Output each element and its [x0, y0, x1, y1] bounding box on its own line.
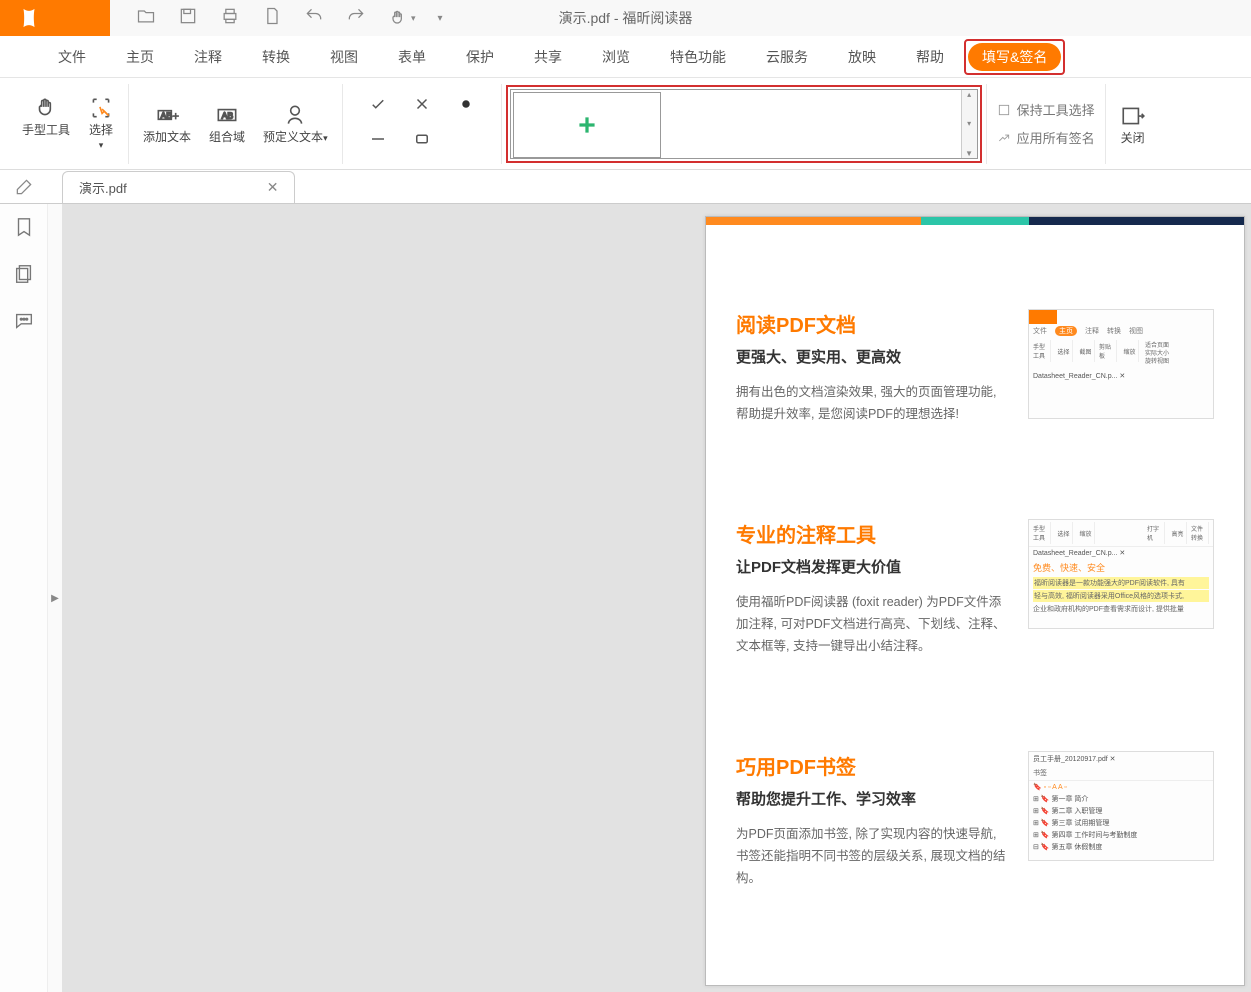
open-icon[interactable] — [136, 6, 156, 31]
apply-all-sign-button[interactable]: 应用所有签名 — [997, 128, 1095, 148]
menu-share[interactable]: 共享 — [514, 36, 582, 78]
menu-help[interactable]: 帮助 — [896, 36, 964, 78]
document-tab-label: 演示.pdf — [79, 178, 127, 197]
collapse-handle[interactable]: ▶ — [48, 204, 62, 992]
menu-fillsign-highlight: 填写&签名 — [964, 39, 1065, 75]
menu-convert[interactable]: 转换 — [242, 36, 310, 78]
dot-icon[interactable] — [457, 95, 475, 118]
menu-protect[interactable]: 保护 — [446, 36, 514, 78]
page-icon[interactable] — [262, 6, 282, 31]
redo-icon[interactable] — [346, 6, 366, 31]
section-thumb-1: 文件主页注释转换视图 手型工具 选择 截图 剪贴板 缩放 适合页面实际大小旋转视… — [1028, 309, 1214, 419]
section-thumb-3: 员工手册_20120917.pdf ✕ 书签 🔖 ▫ ▫ A A ▫ ⊞ 🔖 第… — [1028, 751, 1214, 861]
menu-cloud[interactable]: 云服务 — [746, 36, 828, 78]
eraser-icon[interactable] — [0, 170, 48, 203]
document-tab[interactable]: 演示.pdf ✕ — [62, 171, 295, 203]
cross-icon[interactable] — [413, 95, 431, 118]
section-read: 阅读PDF文档 更强大、更实用、更高效 拥有出色的文档渲染效果, 强大的页面管理… — [706, 285, 1244, 425]
close-tab-icon[interactable]: ✕ — [267, 179, 279, 196]
svg-text:AB: AB — [222, 110, 234, 120]
menu-slideshow[interactable]: 放映 — [828, 36, 896, 78]
app-logo — [0, 0, 110, 36]
menu-form[interactable]: 表单 — [378, 36, 446, 78]
select-tool-button[interactable]: 选择▾ — [82, 93, 120, 154]
title-bar: ▾ ▾ 演示.pdf - 福昕阅读器 — [0, 0, 1251, 36]
ribbon: 手型工具 选择▾ AB 添加文本 AB 组合域 预定义文本▾ — [0, 78, 1251, 170]
bookmark-icon[interactable] — [13, 216, 35, 243]
menu-view[interactable]: 视图 — [310, 36, 378, 78]
section-annotate: 专业的注释工具 让PDF文档发挥更大价值 使用福昕PDF阅读器 (foxit r… — [706, 495, 1244, 657]
line-icon[interactable] — [369, 130, 387, 153]
section-bookmark: 巧用PDF书签 帮助您提升工作、学习效率 为PDF页面添加书签, 除了实现内容的… — [706, 727, 1244, 889]
signature-scroll[interactable]: ▴▾▼ — [961, 90, 977, 158]
menu-bar: 文件 主页 注释 转换 视图 表单 保护 共享 浏览 特色功能 云服务 放映 帮… — [0, 36, 1251, 78]
menu-home[interactable]: 主页 — [106, 36, 174, 78]
signature-panel-highlight: ▴▾▼ — [506, 85, 982, 163]
hand-dropdown-icon[interactable]: ▾ — [388, 8, 416, 28]
quick-access-toolbar: ▾ ▾ — [110, 6, 443, 31]
pages-icon[interactable] — [13, 263, 35, 290]
undo-icon[interactable] — [304, 6, 324, 31]
combo-field-button[interactable]: AB 组合域 — [203, 100, 251, 147]
menu-file[interactable]: 文件 — [38, 36, 106, 78]
tab-strip: 演示.pdf ✕ — [0, 170, 1251, 204]
menu-feature[interactable]: 特色功能 — [650, 36, 746, 78]
shape-spacer — [457, 130, 475, 153]
close-button[interactable]: 关闭 — [1114, 101, 1152, 147]
save-icon[interactable] — [178, 6, 198, 31]
qat-more-icon[interactable]: ▾ — [438, 13, 443, 24]
predefined-text-button[interactable]: 预定义文本▾ — [257, 100, 334, 147]
section-thumb-2: 手型工具 选择 缩放 打字机 高亮 文件转换 Datasheet_Reader_… — [1028, 519, 1214, 629]
document-viewport[interactable]: 阅读PDF文档 更强大、更实用、更高效 拥有出色的文档渲染效果, 强大的页面管理… — [62, 204, 1251, 992]
hand-tool-button[interactable]: 手型工具 — [16, 93, 76, 154]
main-area: ▶ 阅读PDF文档 更强大、更实用、更高效 拥有出色的文档渲染效果, 强大的页面… — [0, 204, 1251, 992]
add-text-button[interactable]: AB 添加文本 — [137, 100, 197, 147]
pdf-page: 阅读PDF文档 更强大、更实用、更高效 拥有出色的文档渲染效果, 强大的页面管理… — [705, 216, 1245, 986]
print-icon[interactable] — [220, 6, 240, 31]
rect-icon[interactable] — [413, 130, 431, 153]
add-signature-button[interactable] — [513, 92, 661, 158]
comment-icon[interactable] — [13, 310, 35, 337]
keep-tool-checkbox[interactable]: 保持工具选择 — [997, 100, 1095, 120]
check-icon[interactable] — [369, 95, 387, 118]
menu-browse[interactable]: 浏览 — [582, 36, 650, 78]
menu-fillsign[interactable]: 填写&签名 — [968, 43, 1061, 71]
sidebar — [0, 204, 48, 992]
svg-text:AB: AB — [161, 110, 173, 120]
menu-comment[interactable]: 注释 — [174, 36, 242, 78]
